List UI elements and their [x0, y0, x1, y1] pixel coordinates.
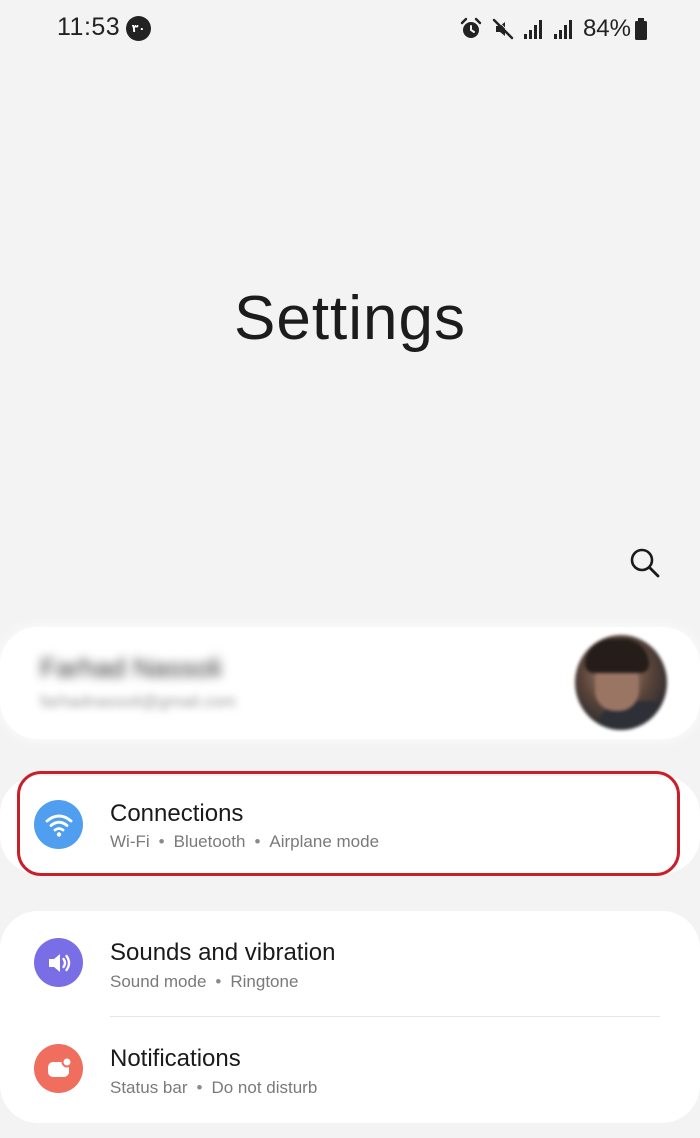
- signal-icon: [523, 17, 545, 41]
- notification-badge-icon: ۳۰: [126, 16, 151, 41]
- settings-item-notifications[interactable]: Notifications Status bar • Do not disturb: [0, 1017, 700, 1123]
- profile-name: Farhad Nassoli: [40, 653, 222, 683]
- signal-icon: [553, 17, 575, 41]
- settings-screen: 11:53 ۳۰ 84% Settings Farhad Nassoli far…: [0, 0, 700, 1138]
- wifi-icon: [34, 800, 83, 849]
- speaker-icon: [34, 938, 83, 987]
- status-bar: 11:53 ۳۰ 84%: [0, 0, 700, 56]
- settings-item-sounds[interactable]: Sounds and vibration Sound mode • Ringtone: [0, 911, 700, 1016]
- battery-icon: [634, 17, 648, 41]
- settings-item-subtitle: Sound mode • Ringtone: [110, 972, 299, 991]
- page-title: Settings: [233, 284, 467, 353]
- avatar[interactable]: [575, 635, 667, 730]
- profile-email: farhadnassoli@gmail.com: [40, 692, 236, 711]
- search-icon: [630, 548, 660, 578]
- status-icons: 84%: [451, 14, 648, 44]
- settings-item-title: Notifications: [110, 1045, 241, 1072]
- settings-item-subtitle: Wi-Fi • Bluetooth • Airplane mode: [110, 832, 380, 851]
- alarm-icon: [459, 17, 483, 41]
- battery-percent: 84%: [582, 15, 631, 42]
- settings-item-connections[interactable]: Connections Wi-Fi • Bluetooth • Airplane mod…: [0, 776, 700, 874]
- search-button[interactable]: [620, 538, 670, 588]
- settings-item-title: Sounds and vibration: [110, 939, 336, 966]
- settings-item-subtitle: Status bar • Do not disturb: [110, 1078, 318, 1097]
- settings-item-title: Connections: [110, 800, 244, 827]
- status-time: 11:53: [57, 13, 121, 41]
- notification-icon: [34, 1044, 83, 1093]
- mute-icon: [491, 17, 515, 41]
